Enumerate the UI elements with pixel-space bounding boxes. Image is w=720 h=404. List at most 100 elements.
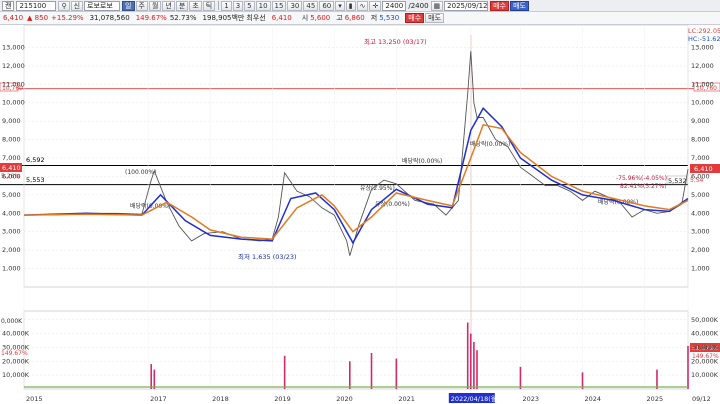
price-tick-left: 10,000 (2, 99, 25, 107)
period-minute-button[interactable]: 분 (175, 0, 189, 11)
line-a-label: 6,592 (26, 156, 45, 164)
interval-button-5[interactable]: 5 (244, 0, 255, 11)
period-selector[interactable]: 캔 (2, 0, 15, 11)
line-chart-icon[interactable]: ∿ (356, 0, 369, 11)
price-tick-left: 9,000 (2, 117, 21, 125)
price-tick-right: 10,000 (691, 99, 714, 107)
stock-code-input[interactable]: 215100 (16, 0, 57, 11)
volume-bar (150, 364, 153, 389)
volume-tick-right: 20,000K (691, 357, 719, 365)
chart-canvas[interactable]: 10,760 10,760 6,592 5,553 6,410 5.26% 14… (0, 24, 720, 404)
volume-bar (519, 366, 522, 389)
volume-bar (283, 355, 286, 389)
range-input[interactable]: 2400 (382, 0, 407, 11)
interval-button-60[interactable]: 60 (319, 0, 335, 11)
left-vol-top: 0,000K (1, 318, 23, 325)
lc-label: LC:292.05 (688, 27, 720, 35)
low-price: 5,530 (379, 14, 400, 22)
annotation-2021-b: 유상(0.00%) (375, 200, 410, 208)
period-tick-button[interactable]: 틱 (202, 0, 216, 11)
x-tick: 2015 (26, 395, 43, 403)
price-tick-left: 12,000 (2, 62, 25, 70)
annotation-right-2: 82.41%(3.27%) (620, 183, 667, 190)
price-tick-right: 12,000 (691, 62, 714, 70)
range-total: /2400 (408, 1, 429, 10)
interval-button-45[interactable]: 45 (303, 0, 319, 11)
current-quote: 6,410 (271, 14, 292, 22)
annotation-top: 배당락(0.00%) (402, 157, 442, 165)
interval-button-10[interactable]: 10 (255, 0, 271, 11)
stock-chart[interactable]: 10,760 10,760 6,592 5,553 6,410 5.26% 14… (0, 24, 720, 404)
price-tick-left: 4,000 (2, 209, 21, 217)
interval-button-15[interactable]: 15 (271, 0, 287, 11)
open-label: 시 (301, 14, 309, 22)
high-price: 6,860 (344, 14, 365, 22)
period-yearly-button[interactable]: 년 (162, 0, 175, 11)
buy-order-button[interactable]: 매수 (405, 13, 425, 23)
period-daily-button[interactable]: 일 (122, 0, 135, 11)
interval-button-30[interactable]: 30 (287, 0, 303, 11)
high-label: 고 (336, 14, 343, 22)
stock-name-field: 로보로보 (84, 0, 121, 11)
period-second-button[interactable]: 초 (189, 0, 202, 11)
price-tick-right: 5,000 (691, 191, 710, 199)
price-tick-right: 1,000 (691, 265, 710, 273)
x-tick: 2018 (212, 395, 229, 403)
separator (218, 1, 220, 10)
x-tick-cursor: 2022/04/18(월) (451, 394, 500, 403)
x-tick: 2021 (398, 395, 415, 403)
left-price-tag: 6,410 (2, 164, 21, 172)
search-button[interactable]: ⚲ (58, 0, 70, 11)
buy-button[interactable]: 매수 (490, 0, 510, 11)
price-tick-right: 3,000 (691, 228, 710, 236)
x-tick: 2024 (585, 395, 602, 403)
volume-bar (395, 358, 398, 389)
right-price-tag-2: 5,532 (668, 177, 687, 185)
volume-tick-left: 20,000K (2, 357, 30, 365)
low-label: 저 (370, 14, 378, 22)
date-input[interactable]: 2025/09/12 (444, 0, 489, 11)
period-weekly-button[interactable]: 주 (135, 0, 148, 11)
volume-pct: 149.67% (135, 14, 167, 22)
x-tick: 2023 (522, 395, 539, 403)
turnover-ratio: 52.73% (169, 14, 197, 22)
calendar-icon[interactable]: ▦ (430, 0, 444, 11)
price-tick-right: 13,000 (691, 43, 714, 51)
volume-tick-right: 30,000K (691, 343, 719, 351)
sell-button[interactable]: 매도 (510, 0, 529, 11)
x-tick: 09/12 (692, 395, 711, 403)
max-annotation: 최고 13,250 (03/17) (364, 37, 427, 46)
price-tick-left: 3,000 (2, 228, 21, 236)
price-tick-right: 9,000 (691, 117, 710, 125)
bar-chart-icon[interactable]: ▮ (345, 0, 356, 11)
price-tick-left: 11,000 (2, 80, 25, 88)
price-change-pct: +15.29% (51, 14, 84, 22)
volume-bar (370, 353, 373, 389)
volume-bar (473, 341, 475, 389)
price-tick-right: 6,000 (691, 172, 710, 180)
volume-bar (153, 369, 156, 389)
sell-order-button[interactable]: 매도 (425, 13, 445, 23)
annotation-buyback: (100.00%) (125, 169, 156, 176)
volume-tick-left: 30,000K (2, 343, 30, 351)
price-tick-left: 7,000 (2, 154, 21, 162)
period-monthly-button[interactable]: 월 (148, 0, 162, 11)
minute-indicator-icon[interactable]: ▾ (335, 0, 345, 11)
price-tick-left: 6,000 (2, 172, 21, 180)
volume-bar (466, 322, 469, 389)
interval-button-3[interactable]: 3 (232, 0, 244, 11)
volume-bar (656, 369, 658, 389)
price-tick-left: 8,000 (2, 136, 21, 144)
volume-tick-right: 10,000K (691, 371, 719, 379)
interval-button-1[interactable]: 1 (221, 0, 232, 11)
price-tick-left: 2,000 (2, 246, 21, 254)
cursor-icon[interactable]: ✛ (369, 0, 382, 11)
volume-tick-left: 10,000K (2, 371, 30, 379)
current-price: 6,410 (3, 14, 24, 22)
info-button[interactable]: 신 (70, 0, 84, 11)
price-tick-right: 4,000 (691, 209, 710, 217)
hc-label: HC:-51.62 (688, 35, 720, 43)
price-tick-right: 8,000 (691, 136, 710, 144)
quote-bar: 6,410 ▲ 850 +15.29% 31,078,560 149.67% 5… (0, 12, 720, 25)
x-tick: 2025 (647, 395, 664, 403)
